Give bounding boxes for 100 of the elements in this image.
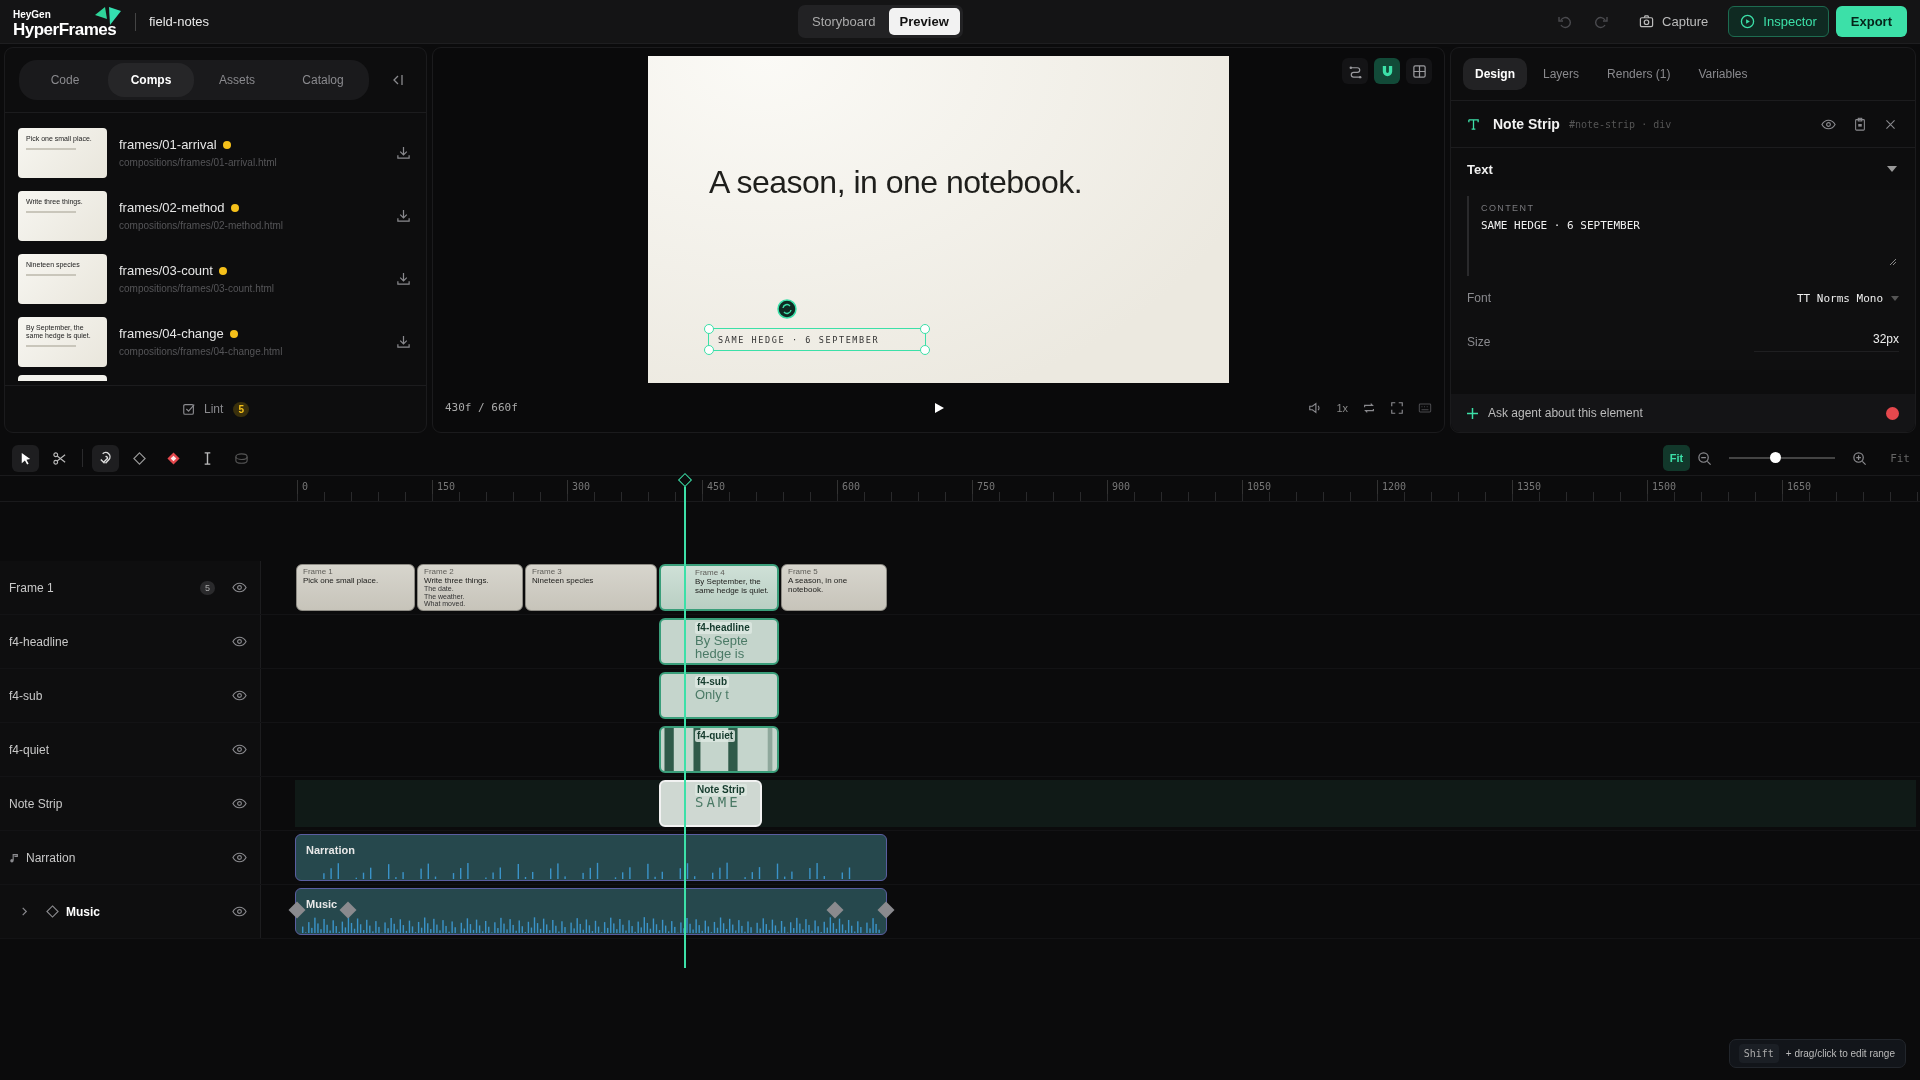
font-label: Font — [1467, 291, 1491, 305]
ruler-label: 1200 — [1377, 480, 1407, 494]
fullscreen-icon[interactable] — [1390, 400, 1404, 415]
pointer-icon[interactable] — [12, 444, 39, 472]
track-name: Narration — [26, 850, 76, 865]
caret-icon[interactable] — [1887, 166, 1897, 172]
clip-preview-text: SAME — [695, 796, 741, 809]
font-dropdown[interactable]: TT Norms Mono — [1796, 291, 1899, 305]
lint-count-badge: 5 — [233, 401, 249, 417]
zoom-slider-thumb[interactable] — [1769, 452, 1781, 463]
inspector-tab[interactable]: Layers — [1531, 58, 1592, 90]
audio-clip[interactable]: Narration — [295, 834, 887, 881]
eye-icon[interactable] — [232, 688, 247, 703]
count-badge: 5 — [200, 580, 215, 595]
audio-clip[interactable]: Music — [295, 888, 887, 935]
clip-label: f4-headline — [695, 622, 752, 634]
zoom-in-icon[interactable] — [1852, 450, 1868, 466]
clip-label: Narration — [306, 844, 355, 856]
rotate-handle-icon[interactable] — [777, 299, 797, 319]
clip-preview-text: By Septe — [695, 634, 749, 647]
clip-label: f4-sub — [695, 676, 729, 688]
eye-icon[interactable] — [232, 634, 247, 649]
composition-path: compositions/frames/02-method.html — [119, 220, 284, 231]
eye-icon[interactable] — [232, 850, 247, 865]
clipboard-icon[interactable] — [1853, 117, 1867, 131]
composition-name: frames/03-count — [119, 263, 213, 278]
eye-icon[interactable] — [232, 742, 247, 757]
lint-button[interactable]: Lint — [182, 402, 224, 416]
download-icon[interactable] — [396, 208, 411, 223]
element-clip[interactable]: f4-headline By Septe hedge is — [659, 618, 779, 665]
zoom-out-icon[interactable] — [1697, 450, 1713, 466]
checkbox-icon — [182, 402, 197, 416]
grid-icon[interactable] — [1406, 58, 1432, 84]
inspector-button[interactable]: Inspector — [1728, 6, 1829, 37]
track-name: Music — [66, 904, 100, 919]
frame-clip[interactable]: Frame 5 A season, in one notebook. — [781, 564, 887, 611]
expand-icon[interactable] — [20, 907, 29, 916]
ask-agent-bar[interactable]: Ask agent about this element — [1451, 394, 1915, 432]
element-clip[interactable]: f4-quiet — [659, 726, 779, 773]
composition-name: frames/04-change — [119, 326, 224, 341]
content-field[interactable]: CONTENT SAME HEDGE · 6 SEPTEMBER — [1467, 196, 1899, 276]
music-note-icon — [9, 852, 19, 863]
playhead[interactable] — [679, 472, 691, 968]
caret-icon — [1891, 295, 1899, 301]
frame-clip[interactable]: Frame 1 Pick one small place. — [296, 564, 415, 611]
ruler-label: 900 — [1107, 480, 1131, 494]
element-clip[interactable]: Note Strip SAME — [659, 780, 762, 827]
clip-label: Frame 1 — [303, 567, 334, 576]
element-clip[interactable]: f4-sub Only t — [659, 672, 779, 719]
capture-button[interactable]: Capture — [1639, 14, 1709, 29]
track-name: f4-headline — [9, 634, 69, 649]
note-strip-text: SAME HEDGE · 6 SEPTEMBER — [718, 334, 880, 345]
clip-preview-title: Pick one small place. — [303, 576, 380, 585]
eye-icon[interactable] — [232, 580, 247, 595]
slide-headline: A season, in one notebook. — [709, 164, 1083, 201]
mode-tab[interactable]: Preview — [888, 8, 960, 35]
export-button[interactable]: Export — [1835, 6, 1907, 37]
inspector-tab[interactable]: Variables — [1686, 58, 1760, 90]
ruler-label: 600 — [837, 480, 861, 494]
inspector-tab[interactable]: Renders (1) — [1595, 58, 1683, 90]
eye-icon[interactable] — [232, 796, 247, 811]
resize-handle[interactable] — [920, 324, 930, 334]
download-icon[interactable] — [396, 271, 411, 286]
resize-grip-icon[interactable] — [1889, 258, 1897, 266]
hint-text: + drag/click to edit range — [1785, 1048, 1895, 1059]
track-name: f4-quiet — [9, 742, 50, 757]
inspector-tab[interactable]: Design — [1463, 58, 1527, 90]
close-icon[interactable] — [1884, 117, 1897, 131]
volume-icon[interactable] — [1308, 400, 1323, 415]
eye-icon[interactable] — [232, 904, 247, 919]
collapse-panel-icon[interactable] — [391, 73, 405, 87]
track-name: f4-sub — [9, 688, 43, 703]
frame-clip[interactable]: Frame 3 Nineteen species — [525, 564, 657, 611]
speed-button[interactable]: 1x — [1336, 401, 1348, 414]
fit-button[interactable]: Fit — [1662, 445, 1691, 471]
ruler-label: 450 — [702, 480, 726, 494]
download-icon[interactable] — [396, 334, 411, 349]
resize-handle[interactable] — [704, 345, 714, 355]
camera-icon — [1639, 14, 1655, 29]
composition-path: compositions/frames/04-change.html — [119, 346, 284, 357]
loop-icon[interactable] — [1362, 400, 1376, 415]
download-icon[interactable] — [396, 145, 411, 160]
frame-clip[interactable]: Frame 4 By September, the same hedge is quiet. — [659, 564, 779, 611]
panel-tab[interactable]: Code — [22, 63, 108, 97]
path-tool-icon[interactable] — [1342, 58, 1368, 84]
size-field[interactable]: 32px — [1754, 332, 1899, 352]
mode-tab[interactable]: Storyboard — [801, 8, 887, 35]
shift-key: Shift — [1738, 1044, 1779, 1063]
diamond-icon[interactable] — [46, 905, 59, 918]
resize-handle[interactable] — [704, 324, 714, 334]
resize-handle[interactable] — [920, 345, 930, 355]
panel-tab[interactable]: Catalog — [280, 63, 366, 97]
ruler-label: 750 — [972, 480, 996, 494]
clip-preview-title: Write three things. — [424, 576, 490, 585]
panel-tab[interactable]: Assets — [194, 63, 280, 97]
composition-name: frames/01-arrival — [119, 137, 217, 152]
play-circle-icon — [1740, 14, 1756, 29]
ruler-label: 1350 — [1512, 480, 1542, 494]
clip-label: Music — [306, 898, 338, 910]
panel-tab[interactable]: Comps — [108, 63, 194, 97]
